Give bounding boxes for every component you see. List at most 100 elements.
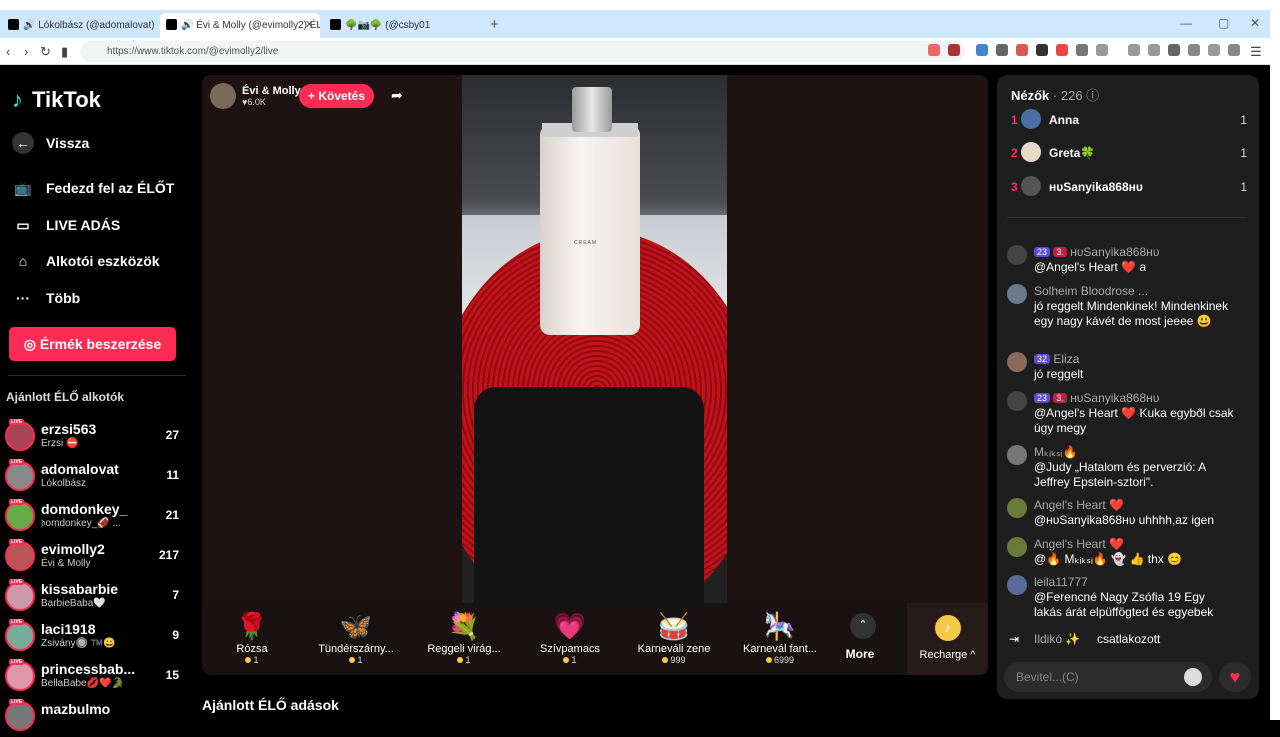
chat-message[interactable]: 32 Eliza jó reggelt — [1007, 352, 1242, 388]
creator-item[interactable]: LIVE kissabarbie BarbieBaba🤍 7 — [5, 579, 185, 617]
minimize-icon[interactable]: — — [1180, 16, 1192, 30]
heart-button[interactable]: ♥ — [1219, 662, 1251, 692]
tab-3[interactable]: 🌳📷🌳 (@csby01 — [324, 13, 484, 38]
chat-username: Eliza — [1053, 352, 1080, 366]
tab-1[interactable]: 🔊 Lókolbász (@adomalovat) ÉLŐ a — [2, 13, 157, 38]
translate-icon[interactable] — [976, 44, 988, 56]
live-badge: LIVE — [9, 539, 25, 545]
more-gifts-button[interactable]: ⌃ More — [846, 613, 878, 661]
extension-icon[interactable] — [948, 44, 960, 56]
extension-icon[interactable] — [1096, 44, 1108, 56]
gift-item[interactable]: 🦋 Tündérszárny... 1 — [306, 611, 406, 665]
tiktok-icon — [330, 19, 341, 30]
creator-item[interactable]: LIVE erzsi563 Erzsi ⛔ 27 — [5, 419, 185, 457]
follow-button[interactable]: + Követés — [299, 84, 374, 108]
extension-icon[interactable] — [1056, 44, 1068, 56]
divider — [8, 375, 186, 376]
extension-icon[interactable] — [1208, 44, 1220, 56]
live-badge: LIVE — [9, 619, 25, 625]
avatar — [5, 421, 35, 451]
back-button[interactable]: ← Vissza — [12, 132, 89, 154]
forward-icon[interactable]: › — [24, 44, 28, 59]
avatar — [1021, 142, 1041, 162]
sidebar-icon[interactable] — [1168, 44, 1180, 56]
extension-icon[interactable] — [996, 44, 1008, 56]
creator-item[interactable]: LIVE mazbulmo — [5, 699, 185, 737]
viewer-row[interactable]: 2 Greta🍀 1 — [1011, 142, 1247, 164]
wallet-icon[interactable] — [1188, 44, 1200, 56]
vpn-icon[interactable] — [1228, 44, 1240, 56]
nav-creator-tools[interactable]: ⌂ Alkotói eszközök — [12, 250, 160, 272]
join-user: Ildikó ✨ — [1034, 632, 1081, 646]
maximize-icon[interactable]: ▢ — [1218, 16, 1229, 30]
level-badge: 32 — [1034, 354, 1051, 364]
nav-go-live[interactable]: ▭ LIVE ADÁS — [12, 214, 120, 236]
creator-sub: BellaBabe💋❤️🐊 — [41, 678, 124, 689]
viewer-count: 27 — [165, 428, 179, 442]
chat-text: jó reggelt Mindenkinek! Mindenkinek egy … — [1034, 299, 1229, 328]
chat-message[interactable]: Mₖᵢₖₛᵢ🔥 @Judy „Hatalom és perverzió: A Je… — [1007, 445, 1242, 489]
phone-object — [474, 387, 704, 605]
gift-item[interactable]: 🌹 Rózsa 1 — [202, 611, 302, 665]
viewers-title: Nézők — [1011, 88, 1050, 103]
avatar — [5, 501, 35, 531]
chat-message[interactable]: 23 3. ʜᴜSanyika868ʜᴜ @Angel's Heart ❤️ a — [1007, 245, 1242, 281]
gift-item[interactable]: 🥁 Karneváli zene 999 — [624, 611, 724, 665]
share-icon[interactable]: ➦ — [391, 87, 403, 104]
live-stage: CREAM Évi & Molly ♥6.0K + Követés ➦ 🌹 Róz… — [202, 75, 988, 675]
url-input[interactable]: https://www.tiktok.com/@evimolly2/live — [80, 41, 965, 62]
live-video[interactable]: CREAM — [462, 75, 727, 605]
enter-icon: ⇥ — [1009, 632, 1020, 646]
get-coins-button[interactable]: ◎ Érmék beszerzése — [9, 327, 176, 361]
viewer-row[interactable]: 1 Anna 1 — [1011, 109, 1247, 131]
window-right-edge — [1270, 0, 1280, 720]
avatar — [5, 661, 35, 691]
viewer-row[interactable]: 3 ʜᴜSanyika868ʜᴜ 1 — [1011, 176, 1247, 198]
extension-icon[interactable] — [1036, 44, 1048, 56]
menu-icon[interactable]: ☰ — [1250, 44, 1262, 60]
extension-icon[interactable] — [1076, 44, 1088, 56]
chat-message[interactable]: Angel's Heart ❤️ @🔥 Mₖᵢₖₛᵢ🔥 👻 👍 thx 😊 — [1007, 537, 1242, 573]
tab-2[interactable]: 🔊 Évi & Molly (@evimolly2) ÉLŐ ✕ — [160, 13, 320, 38]
viewer-count: 9 — [172, 628, 179, 642]
creator-name: princessbab... — [41, 661, 136, 677]
chat-message[interactable]: Angel's Heart ❤️ @ʜᴜSanyika868ʜᴜ uhhhh,az… — [1007, 498, 1242, 534]
extension-icon[interactable] — [1016, 44, 1028, 56]
close-icon[interactable]: ✕ — [305, 18, 314, 31]
back-icon[interactable]: ‹ — [6, 44, 10, 59]
bookmark-icon[interactable]: ▮ — [61, 44, 68, 60]
help-icon[interactable]: ⓘ — [1086, 88, 1099, 103]
emoji-icon[interactable] — [1184, 668, 1202, 686]
chat-user: Angel's Heart ❤️ — [1034, 498, 1124, 512]
download-icon[interactable] — [1128, 44, 1140, 56]
coins-label: Érmék beszerzése — [39, 336, 162, 352]
creator-item[interactable]: LIVE adomalovat Lókolbász 11 — [5, 459, 185, 497]
creator-item[interactable]: LIVE laci1918 Zsivány🔘 ™️😀 9 — [5, 619, 185, 657]
gift-item[interactable]: 💗 Szívpamacs 1 — [520, 611, 620, 665]
live-badge: LIVE — [9, 459, 25, 465]
bottle-pump — [572, 87, 612, 132]
chat-message[interactable]: Solheim Bloodrose ... jó reggelt Mindenki… — [1007, 284, 1242, 328]
more-label: More — [845, 647, 875, 661]
creator-item[interactable]: LIVE domdonkey_ 𝔡omdonkey_🏈 ... 21 — [5, 499, 185, 537]
music-icon[interactable] — [1148, 44, 1160, 56]
creator-sub: BarbieBaba🤍 — [41, 598, 106, 609]
creator-item[interactable]: LIVE princessbab... BellaBabe💋❤️🐊 15 — [5, 659, 185, 697]
tiktok-logo[interactable]: ♪ TikTok — [12, 87, 101, 113]
nav-more[interactable]: ··· Több — [12, 287, 80, 309]
new-tab-icon[interactable]: + — [490, 16, 499, 33]
chat-message[interactable]: 23 3. ʜᴜSanyika868ʜᴜ @Angel's Heart ❤️ Ku… — [1007, 391, 1242, 435]
gift-item[interactable]: 💐 Reggeli virág... 1 — [414, 611, 514, 665]
close-window-icon[interactable]: ✕ — [1250, 16, 1260, 30]
gift-icon: 🥁 — [657, 611, 691, 641]
recharge-button[interactable]: ♪ Recharge ^ — [907, 603, 988, 675]
creator-item[interactable]: LIVE evimolly2 Évi & Molly 217 — [5, 539, 185, 577]
gift-item[interactable]: 🎠 Karnevál fant... 6999 — [730, 611, 830, 665]
level-badge: 3. — [1053, 393, 1067, 403]
streamer-info[interactable]: Évi & Molly ♥6.0K — [210, 83, 301, 109]
shield-icon[interactable] — [928, 44, 940, 56]
chat-input[interactable]: Bevitel...(C) — [1004, 662, 1212, 692]
nav-discover-live[interactable]: 📺 Fedezd fel az ÉLŐT — [12, 177, 174, 199]
reload-icon[interactable]: ↻ — [40, 44, 51, 60]
chat-message[interactable]: leila11777 @Ferencné Nagy Zsófia 19 Egy l… — [1007, 575, 1242, 619]
